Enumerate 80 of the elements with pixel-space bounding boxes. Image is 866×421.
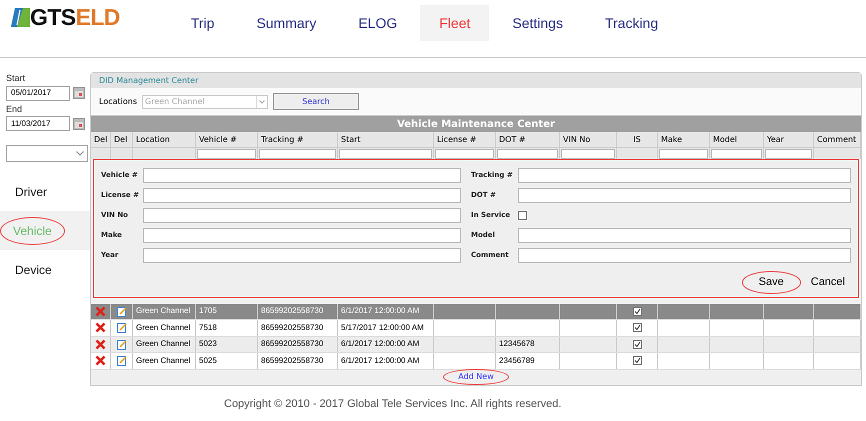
chevron-down-icon xyxy=(259,100,266,104)
copyright-text: Copyright © 2010 - 2017 Global Tele Services Inc. All rights reserved. xyxy=(224,396,562,412)
input-field[interactable] xyxy=(143,248,461,262)
table-cell: 86599202558730 xyxy=(261,354,324,367)
table-cell: 23456789 xyxy=(499,354,535,367)
column-header: IS xyxy=(633,134,641,146)
table-cell: Green Channel xyxy=(136,338,190,350)
column-header: DOT # xyxy=(499,134,526,146)
delete-icon[interactable] xyxy=(95,355,106,366)
edit-icon[interactable] xyxy=(116,355,126,366)
field-label: End xyxy=(6,102,24,116)
road-icon xyxy=(11,8,30,27)
table-cell: 5025 xyxy=(199,354,217,367)
column-header: Del xyxy=(114,134,128,146)
table-cell: 86599202558730 xyxy=(261,338,324,350)
save-button[interactable]: Save xyxy=(742,271,801,294)
column-header: Make xyxy=(661,134,682,146)
logo-text: ELD xyxy=(76,4,120,30)
nav-tab[interactable]: Settings xyxy=(493,5,582,41)
column-header: Start xyxy=(341,134,361,146)
table-cell: 6/1/2017 12:00:00 AM xyxy=(341,354,420,367)
field-label: Start xyxy=(6,72,26,85)
table-cell: 7518 xyxy=(199,322,217,334)
field-label: Locations xyxy=(99,96,138,108)
column-header: Del xyxy=(94,134,108,146)
sidebar-item[interactable]: Driver xyxy=(2,178,60,206)
edit-icon[interactable] xyxy=(116,306,126,317)
column-header: Vehicle # xyxy=(199,134,237,146)
column-header: VIN No xyxy=(563,134,590,146)
chevron-down-icon xyxy=(76,151,84,156)
table-cell: Green Channel xyxy=(136,305,190,318)
input-field[interactable] xyxy=(143,168,461,182)
table-cell: 1705 xyxy=(199,305,217,318)
nav-tab[interactable]: Summary xyxy=(237,5,336,41)
calendar-icon[interactable] xyxy=(73,87,85,99)
input-field[interactable] xyxy=(518,248,851,262)
checkbox[interactable] xyxy=(518,210,527,220)
table-row[interactable]: Green Channel 5025 86599202558730 6/1/2017 12:00:00 AM 23456789 xyxy=(91,353,861,370)
table-row[interactable]: Green Channel 5023 86599202558730 6/1/2017 12:00:00 AM 12345678 xyxy=(91,336,861,353)
edit-icon[interactable] xyxy=(116,322,126,334)
search-button[interactable]: Search xyxy=(273,93,360,110)
nav-tab[interactable]: ELOG xyxy=(339,5,416,41)
add-new-link[interactable]: Add New xyxy=(443,369,509,385)
sidebar-item[interactable]: Device xyxy=(2,256,65,284)
table-cell: 6/1/2017 12:00:00 AM xyxy=(341,338,420,350)
table-cell: 5023 xyxy=(199,338,217,350)
column-header: Tracking # xyxy=(261,134,304,146)
table-cell: 6/1/2017 12:00:00 AM xyxy=(341,305,420,318)
table-cell: 12345678 xyxy=(499,338,535,350)
nav-tab[interactable]: Tracking xyxy=(586,5,678,41)
table-cell: 86599202558730 xyxy=(261,322,324,334)
nav-tab[interactable]: Trip xyxy=(172,5,234,41)
input-field[interactable] xyxy=(143,228,461,242)
delete-icon[interactable] xyxy=(95,338,106,350)
dropdown[interactable] xyxy=(6,145,88,162)
input-field[interactable] xyxy=(143,208,461,222)
table-cell: Green Channel xyxy=(136,322,190,334)
input-field[interactable] xyxy=(143,188,461,202)
panel-title: DID Management Center xyxy=(99,74,198,86)
table-cell: 5/17/2017 12:00:00 AM xyxy=(341,322,424,334)
table-title: Vehicle Maintenance Center xyxy=(91,116,861,132)
date-field[interactable]: 05/01/2017 xyxy=(6,86,70,100)
delete-icon[interactable] xyxy=(95,322,106,334)
date-field[interactable]: 11/03/2017 xyxy=(6,116,70,131)
cancel-button[interactable]: Cancel xyxy=(810,274,845,290)
calendar-icon[interactable] xyxy=(73,118,85,130)
nav-tab[interactable]: Fleet xyxy=(420,5,490,41)
input-field[interactable] xyxy=(518,188,851,202)
column-header: Year xyxy=(767,134,784,146)
table-cell: 86599202558730 xyxy=(261,305,324,318)
input-field[interactable] xyxy=(518,168,851,182)
table-cell: Green Channel xyxy=(136,354,190,367)
logo-text: GTS xyxy=(30,4,76,30)
column-header: License # xyxy=(437,134,476,146)
column-header: Model xyxy=(713,134,738,146)
edit-icon[interactable] xyxy=(116,338,126,350)
input-field[interactable] xyxy=(518,228,851,242)
table-row[interactable]: Green Channel 7518 86599202558730 5/17/2017 12:00:00 AM xyxy=(91,320,861,336)
column-header: Location xyxy=(136,134,170,146)
column-header: Comment xyxy=(817,134,856,146)
